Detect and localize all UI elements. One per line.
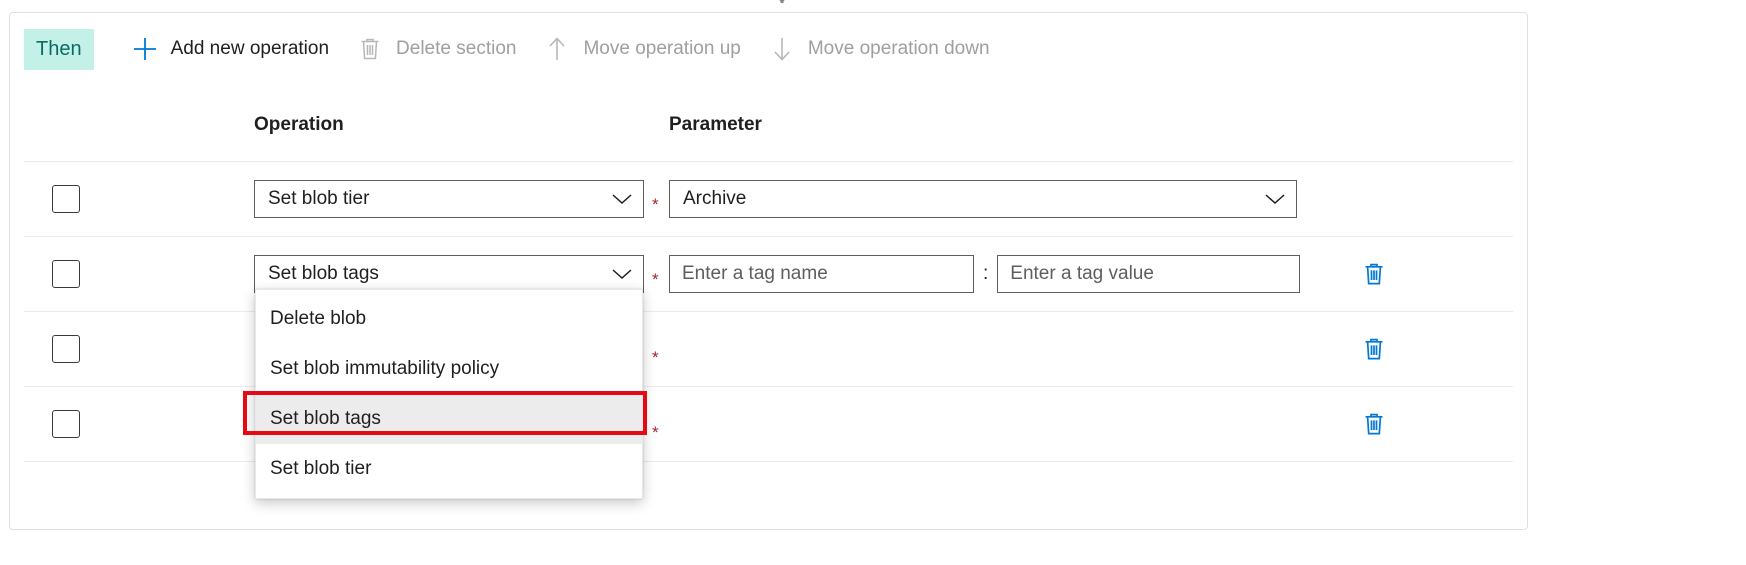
- operation-select-value: Set blob tags: [268, 263, 379, 284]
- row-checkbox[interactable]: [52, 260, 80, 288]
- tag-name-input[interactable]: Enter a tag name: [669, 255, 974, 293]
- delete-row-button[interactable]: [1363, 337, 1385, 361]
- delete-row-button[interactable]: [1363, 262, 1385, 286]
- move-operation-up-label: Move operation up: [583, 38, 741, 59]
- plus-icon: [132, 36, 158, 62]
- tag-value-input[interactable]: Enter a tag value: [997, 255, 1301, 293]
- row-operation-cell: Set blob tier *: [254, 180, 669, 218]
- chevron-down-icon: [611, 192, 633, 206]
- tag-pair-separator: :: [983, 263, 989, 284]
- operation-dropdown-menu: Delete blob Set blob immutability policy…: [255, 289, 643, 499]
- dropdown-option-set-blob-immutability-policy[interactable]: Set blob immutability policy: [256, 344, 642, 394]
- row-select-cell: [24, 185, 254, 213]
- tag-value-placeholder: Enter a tag value: [1010, 263, 1154, 284]
- required-indicator: *: [652, 422, 659, 442]
- row-checkbox[interactable]: [52, 410, 80, 438]
- column-header-operation: Operation: [254, 114, 344, 135]
- delete-row-button[interactable]: [1363, 412, 1385, 436]
- operation-select[interactable]: Set blob tags: [254, 255, 644, 293]
- table-row: *: [24, 387, 1513, 462]
- row-operation-cell: Set blob tags *: [254, 255, 669, 293]
- row-select-cell: [24, 410, 254, 438]
- column-header-parameter: Parameter: [669, 114, 762, 135]
- add-new-operation-label: Add new operation: [170, 38, 330, 59]
- table-row: Set blob tier * Archive: [24, 162, 1513, 237]
- row-parameter-cell: Enter a tag name : Enter a tag value: [669, 255, 1513, 293]
- trash-icon: [357, 36, 383, 62]
- dropdown-option-set-blob-tier[interactable]: Set blob tier: [256, 444, 642, 494]
- move-operation-down-button[interactable]: Move operation down: [759, 29, 1000, 69]
- arrow-down-icon: [769, 36, 795, 62]
- table-row: Set blob tags * Enter a tag name : Enter…: [24, 237, 1513, 312]
- grid-header-row: Operation Parameter: [24, 89, 1513, 162]
- required-indicator: *: [652, 347, 659, 367]
- dropdown-option-delete-blob[interactable]: Delete blob: [256, 294, 642, 344]
- parameter-select-value: Archive: [683, 188, 747, 209]
- arrow-up-icon: [544, 36, 570, 62]
- operation-select-value: Set blob tier: [268, 188, 370, 209]
- table-row: *: [24, 312, 1513, 387]
- section-toolbar: Then Add new operation Delete section Mo…: [10, 13, 1527, 85]
- required-indicator: *: [652, 195, 659, 214]
- chevron-down-icon: [771, 0, 793, 10]
- then-section-card: Then Add new operation Delete section Mo…: [9, 12, 1528, 530]
- dropdown-option-set-blob-tags[interactable]: Set blob tags: [256, 394, 642, 444]
- required-indicator: *: [652, 270, 659, 289]
- screen-root: Then Add new operation Delete section Mo…: [0, 0, 1746, 565]
- parameter-select[interactable]: Archive: [669, 180, 1297, 218]
- delete-section-button[interactable]: Delete section: [347, 29, 526, 69]
- chevron-down-icon: [1264, 192, 1286, 206]
- chevron-down-icon: [611, 267, 633, 281]
- move-operation-down-label: Move operation down: [807, 38, 990, 59]
- operation-select[interactable]: Set blob tier: [254, 180, 644, 218]
- row-parameter-cell: Archive: [669, 180, 1513, 218]
- row-checkbox[interactable]: [52, 335, 80, 363]
- row-select-cell: [24, 260, 254, 288]
- row-checkbox[interactable]: [52, 185, 80, 213]
- move-operation-up-button[interactable]: Move operation up: [534, 29, 750, 69]
- add-new-operation-button[interactable]: Add new operation: [122, 29, 339, 69]
- delete-section-label: Delete section: [396, 38, 517, 59]
- row-select-cell: [24, 335, 254, 363]
- operations-grid: Operation Parameter Set blob tier * Arch…: [24, 89, 1513, 462]
- section-badge-then: Then: [24, 28, 94, 70]
- tag-name-placeholder: Enter a tag name: [682, 263, 828, 284]
